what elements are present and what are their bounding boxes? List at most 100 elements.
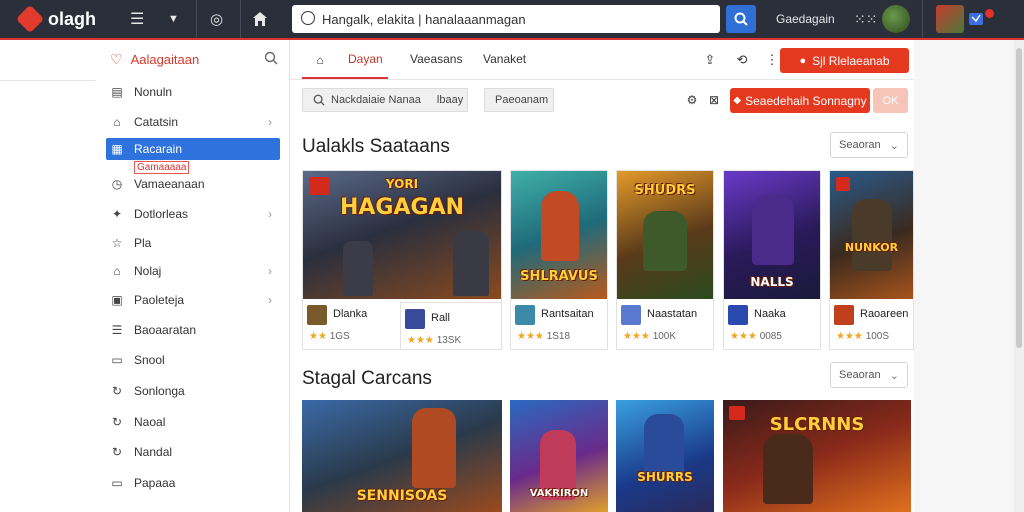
game-name: Naaka: [754, 308, 786, 320]
game-art-title: HAGAGAN: [339, 195, 465, 220]
filter-chip-label: Paeoanam: [495, 94, 549, 106]
sidebar-item-nolaj[interactable]: ⌂ Nolaj ›: [106, 260, 280, 282]
sort-select-value: Seaoran: [839, 139, 881, 151]
character-silhouette: [852, 199, 892, 271]
game-card[interactable]: SHUDRS Naastatan ★★★ 100K: [616, 170, 714, 350]
game-cover-art[interactable]: VAKRIRON: [510, 400, 608, 512]
star-icon: ★★★: [517, 331, 544, 342]
game-cover-art: NUNKOR: [830, 171, 913, 299]
menu-list-icon[interactable]: ☰: [130, 0, 144, 38]
sidebar-item-label: Papaaa: [134, 476, 176, 490]
search-icon[interactable]: [264, 51, 278, 68]
scrollbar-thumb[interactable]: [1016, 48, 1022, 348]
secondary-action-button[interactable]: OK: [873, 88, 908, 113]
character-silhouette: [752, 195, 794, 265]
refresh-icon[interactable]: ⟲: [732, 50, 752, 70]
heart-icon: ♡: [110, 50, 123, 67]
rating-count: 1GS: [329, 331, 350, 342]
search-button[interactable]: [726, 5, 756, 33]
rating-count: 100K: [652, 331, 677, 342]
sidebar-item-paoleteja[interactable]: ▣ Paoleteja ›: [106, 289, 280, 311]
chevron-down-icon[interactable]: ▼: [168, 0, 179, 38]
chevron-right-icon: ›: [268, 115, 272, 129]
game-name: Naastatan: [647, 308, 698, 320]
game-cover-art[interactable]: SHURRS: [616, 400, 714, 512]
game-name: Rall: [431, 312, 450, 324]
username[interactable]: Gaedagain: [776, 0, 835, 38]
sidebar-item-nandal[interactable]: ↻ Nandal: [106, 441, 280, 463]
compass-icon[interactable]: ◎: [210, 0, 223, 38]
sidebar-item-naoal[interactable]: ↻ Naoal: [106, 411, 280, 433]
sidebar-item-papaaa[interactable]: ▭ Papaaa: [106, 472, 280, 494]
more-icon[interactable]: ⋮: [762, 50, 782, 70]
logo-mark-icon: [15, 4, 45, 34]
sidebar-item-catatsin[interactable]: ⌂ Catatsin ›: [106, 111, 280, 133]
rating-count: 13SK: [436, 335, 462, 346]
sort-select[interactable]: Seaoran ⌄: [830, 362, 908, 388]
star-icon: ★★★: [623, 331, 650, 342]
game-cover-art[interactable]: SENNISOAS: [302, 400, 502, 512]
refresh-icon: ↻: [111, 415, 123, 429]
action-button-label: Seaedehaih Sonnagny: [745, 93, 867, 108]
notifications-icon[interactable]: [968, 0, 984, 38]
sidebar-item-snool[interactable]: ▭ Snool: [106, 349, 280, 371]
primary-action-button[interactable]: ● Sjl Rlelaeanab: [780, 48, 909, 73]
filter-search-value: Nackdaiaie Nanaa: [331, 94, 421, 106]
game-rating: ★★★ 100S: [836, 331, 889, 342]
game-cover-art[interactable]: SLCRNNS: [723, 400, 911, 512]
sidebar-item-pla[interactable]: ☆ Pla: [106, 232, 280, 254]
game-avatar[interactable]: [936, 5, 964, 33]
tag-icon: ⌂: [113, 264, 121, 278]
close-icon[interactable]: ⊠: [704, 90, 724, 110]
game-card-footer[interactable]: Rall ★★★ 13SK: [400, 302, 502, 350]
settings-icon[interactable]: ⚙: [682, 90, 702, 110]
action-button[interactable]: ◆ Seaedehaih Sonnagny: [730, 88, 870, 113]
game-card[interactable]: NUNKOR Raoareen ★★★ 100S: [829, 170, 914, 350]
sidebar-item-nonuln[interactable]: ▤ Nonuln: [106, 81, 280, 103]
sidebar-item-sonlonga[interactable]: ↻ Sonlonga: [106, 380, 280, 402]
filter-search-input[interactable]: Nackdaiaie Nanaa lbaay: [302, 88, 468, 112]
logo[interactable]: olagh: [15, 0, 96, 38]
sidebar-item-label: Nolaj: [134, 264, 162, 278]
game-cover-art: SHUDRS: [617, 171, 713, 299]
filter-chip[interactable]: Paeoanam: [484, 88, 554, 112]
game-thumbnail: [515, 305, 535, 325]
sidebar-header-title: Aalagaitaan: [130, 51, 200, 67]
game-art-title: SHURRS: [637, 470, 693, 484]
game-art-title: NALLS: [750, 275, 794, 289]
tab-vanaket[interactable]: Vanaket: [483, 52, 526, 66]
home-icon[interactable]: [252, 0, 268, 38]
sidebar-item-label: Paoleteja: [134, 293, 185, 307]
sidebar-item-racarain[interactable]: ▦ Racarain: [106, 138, 280, 160]
avatar[interactable]: [882, 5, 910, 33]
search-icon: [734, 12, 748, 26]
rating-count: 100S: [865, 331, 890, 342]
divider: [922, 0, 923, 38]
share-icon[interactable]: ⇪: [700, 50, 720, 70]
tab-vaeasans[interactable]: Vaeasans: [410, 52, 462, 66]
sidebar-item-label: Dotlorleas: [134, 207, 189, 221]
grid-icon[interactable]: ⁙⁙: [854, 0, 877, 38]
game-card[interactable]: NALLS Naaka ★★★ 0085: [723, 170, 821, 350]
flag-icon: ◆: [733, 95, 742, 106]
character-silhouette: [343, 241, 373, 296]
sort-select[interactable]: Seaoran ⌄: [830, 132, 908, 158]
tab-dayan[interactable]: Dayan: [348, 52, 383, 66]
game-rating: ★★★ 1S18: [517, 331, 570, 342]
game-rating: ★★★ 100K: [623, 331, 676, 342]
sidebar-item-vamaeanaan[interactable]: ◷ Vamaeanaan: [106, 173, 280, 195]
game-thumbnail: [728, 305, 748, 325]
chart-icon: ▤: [111, 85, 123, 99]
game-card[interactable]: SHLRAVUS Rantsaitan ★★★ 1S18: [510, 170, 608, 350]
house-icon[interactable]: ⌂: [310, 50, 330, 70]
sidebar-item-dotlorleas[interactable]: ✦ Dotlorleas ›: [106, 203, 280, 225]
game-art-title: VAKRIRON: [529, 488, 589, 499]
flag-icon: ●: [799, 54, 807, 67]
sidebar-item-baoaaratan[interactable]: ☰ Baoaaratan: [106, 319, 280, 341]
game-art-title: SHLRAVUS: [520, 269, 598, 284]
divider: [240, 0, 241, 38]
grid-icon: ▦: [111, 142, 123, 156]
sidebar-item-label: Catatsin: [134, 115, 179, 129]
game-art-title: SLCRNNS: [769, 414, 865, 435]
search-input[interactable]: Hangalk, elakita | hanalaaanmagan: [292, 5, 720, 33]
